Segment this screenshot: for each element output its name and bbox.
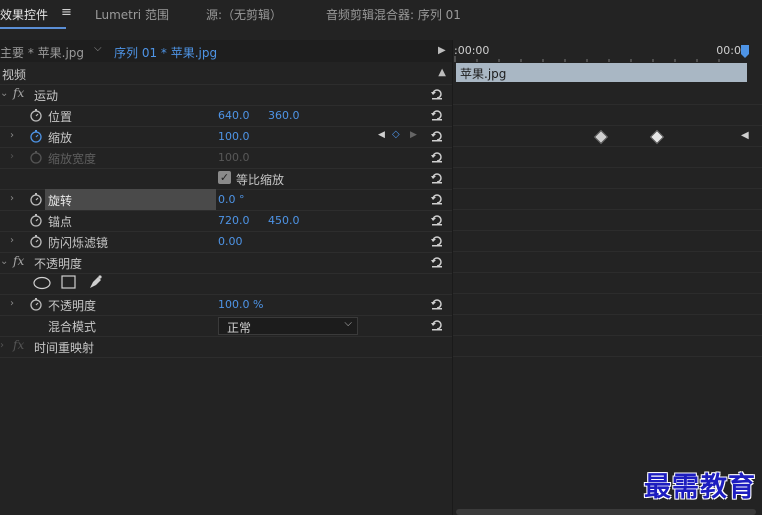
reset-icon[interactable] bbox=[430, 108, 444, 122]
chevron-down-icon[interactable]: ⌄ bbox=[0, 88, 8, 99]
tab-source[interactable]: 源:（无剪辑） bbox=[206, 6, 282, 23]
opacity-label: 不透明度 bbox=[48, 299, 97, 313]
rectangle-mask-icon[interactable] bbox=[61, 275, 77, 290]
stopwatch-icon bbox=[30, 151, 42, 164]
rotation-label: 旋转 bbox=[48, 194, 73, 208]
stopwatch-icon[interactable] bbox=[29, 213, 43, 227]
chevron-right-icon[interactable]: › bbox=[0, 340, 4, 351]
property-opacity-row: › 不透明度 100.0 % bbox=[0, 294, 452, 316]
anti-flicker-label: 防闪烁滤镜 bbox=[48, 236, 109, 250]
tab-effect-controls[interactable]: 效果控件 bbox=[0, 6, 48, 23]
stopwatch-icon[interactable] bbox=[29, 297, 43, 311]
reset-icon[interactable] bbox=[430, 192, 444, 206]
blend-mode-label: 混合模式 bbox=[48, 320, 97, 334]
anti-flicker-value[interactable]: 0.00 bbox=[218, 235, 243, 248]
chevron-down-icon[interactable]: ⌄ bbox=[0, 256, 8, 267]
panel-tab-bar: 效果控件 ≡ Lumetri 范围 源:（无剪辑） 音频剪辑混合器: 序列 01 bbox=[0, 0, 762, 30]
rotation-value[interactable]: 0.0 ° bbox=[218, 193, 245, 206]
keyframe-edge-icon: ◀ bbox=[741, 130, 749, 141]
uniform-scale-checkbox[interactable]: ✓ bbox=[218, 171, 231, 184]
pen-mask-icon[interactable] bbox=[88, 274, 104, 290]
position-y-value[interactable]: 360.0 bbox=[268, 109, 300, 122]
chevron-right-icon[interactable]: › bbox=[10, 130, 14, 141]
property-scale-width-row: › 缩放宽度 100.0 bbox=[0, 147, 452, 169]
prev-keyframe-icon[interactable]: ◀ bbox=[378, 130, 385, 140]
clip-bar[interactable]: 苹果.jpg bbox=[456, 63, 747, 82]
effect-opacity-row[interactable]: ⌄ fx 不透明度 bbox=[0, 252, 452, 274]
anchor-x-value[interactable]: 720.0 bbox=[218, 214, 250, 227]
reset-icon[interactable] bbox=[430, 234, 444, 248]
reset-icon[interactable] bbox=[430, 87, 444, 101]
fx-icon[interactable]: fx bbox=[13, 86, 24, 100]
effect-time-remap-row[interactable]: › fx 时间重映射 bbox=[0, 336, 452, 358]
blend-mode-value: 正常 bbox=[227, 321, 252, 335]
opacity-value[interactable]: 100.0 % bbox=[218, 298, 263, 311]
scale-width-label: 缩放宽度 bbox=[48, 152, 97, 166]
reset-icon[interactable] bbox=[430, 318, 444, 332]
motion-label: 运动 bbox=[34, 89, 59, 103]
scale-value[interactable]: 100.0 bbox=[218, 130, 250, 143]
fx-icon[interactable]: fx bbox=[13, 254, 24, 268]
reset-icon[interactable] bbox=[430, 150, 444, 164]
next-keyframe-icon[interactable]: ▶ bbox=[410, 130, 417, 140]
collapse-up-icon[interactable]: ▲ bbox=[438, 67, 446, 78]
opacity-effect-label: 不透明度 bbox=[34, 257, 83, 271]
playhead-icon[interactable] bbox=[740, 44, 750, 62]
video-section-header[interactable]: 视频 ▲ bbox=[0, 63, 452, 85]
position-x-value[interactable]: 640.0 bbox=[218, 109, 250, 122]
property-blend-mode-row: 混合模式 正常 ⌵ bbox=[0, 315, 452, 337]
property-scale-row: › 缩放 100.0 ◀ ◇ ▶ bbox=[0, 126, 452, 148]
mask-tools-row bbox=[0, 273, 452, 295]
timeline-ruler[interactable]: :00:00 00:00 bbox=[453, 40, 762, 62]
property-position-row: 位置 640.0 360.0 bbox=[0, 105, 452, 127]
chevron-right-icon[interactable]: › bbox=[10, 298, 14, 309]
uniform-scale-label: 等比缩放 bbox=[236, 173, 285, 187]
anchor-label: 锚点 bbox=[48, 215, 73, 229]
chevron-right-icon[interactable]: › bbox=[10, 151, 14, 162]
keyframe-diamond[interactable] bbox=[649, 129, 665, 145]
effects-list: 视频 ▲ ⌄ fx 运动 位置 640.0 360.0 › 缩放 100.0 ◀… bbox=[0, 40, 452, 515]
reset-icon[interactable] bbox=[430, 213, 444, 227]
reset-icon[interactable] bbox=[430, 171, 444, 185]
panel-divider[interactable] bbox=[452, 40, 453, 515]
property-rotation-row: › 旋转 0.0 ° bbox=[0, 189, 452, 211]
clip-name: 苹果.jpg bbox=[460, 67, 507, 81]
property-uniform-scale-row: ✓ 等比缩放 bbox=[0, 168, 452, 190]
scale-width-value: 100.0 bbox=[218, 151, 250, 164]
blend-mode-select[interactable]: 正常 ⌵ bbox=[218, 317, 358, 335]
keyframe-diamond[interactable] bbox=[593, 129, 609, 145]
chevron-right-icon[interactable]: › bbox=[10, 193, 14, 204]
add-keyframe-icon[interactable]: ◇ bbox=[392, 129, 400, 140]
panel-menu-icon[interactable]: ≡ bbox=[61, 5, 72, 20]
reset-icon[interactable] bbox=[430, 129, 444, 143]
tab-lumetri-scopes[interactable]: Lumetri 范围 bbox=[95, 6, 169, 23]
scale-label: 缩放 bbox=[48, 131, 73, 145]
ellipse-mask-icon[interactable] bbox=[33, 276, 51, 290]
anchor-y-value[interactable]: 450.0 bbox=[268, 214, 300, 227]
property-anchor-row: 锚点 720.0 450.0 bbox=[0, 210, 452, 232]
reset-icon[interactable] bbox=[430, 297, 444, 311]
timeline-scrollbar[interactable] bbox=[456, 509, 756, 515]
fx-icon[interactable]: fx bbox=[13, 338, 24, 352]
effect-motion-row[interactable]: ⌄ fx 运动 bbox=[0, 84, 452, 106]
position-label: 位置 bbox=[48, 110, 73, 124]
tab-audio-clip-mixer[interactable]: 音频剪辑混合器: 序列 01 bbox=[326, 6, 461, 23]
watermark-text: 最需教育 bbox=[644, 472, 756, 503]
chevron-down-icon: ⌵ bbox=[344, 318, 352, 329]
stopwatch-icon[interactable] bbox=[29, 234, 43, 248]
stopwatch-icon[interactable] bbox=[29, 192, 43, 206]
video-section-label: 视频 bbox=[2, 68, 27, 82]
chevron-right-icon[interactable]: › bbox=[10, 235, 14, 246]
property-anti-flicker-row: › 防闪烁滤镜 0.00 bbox=[0, 231, 452, 253]
stopwatch-active-icon[interactable] bbox=[29, 129, 43, 143]
reset-icon[interactable] bbox=[430, 255, 444, 269]
time-remap-label: 时间重映射 bbox=[34, 341, 95, 355]
stopwatch-icon[interactable] bbox=[29, 108, 43, 122]
ruler-ticks bbox=[454, 56, 720, 62]
active-tab-indicator bbox=[0, 27, 66, 29]
